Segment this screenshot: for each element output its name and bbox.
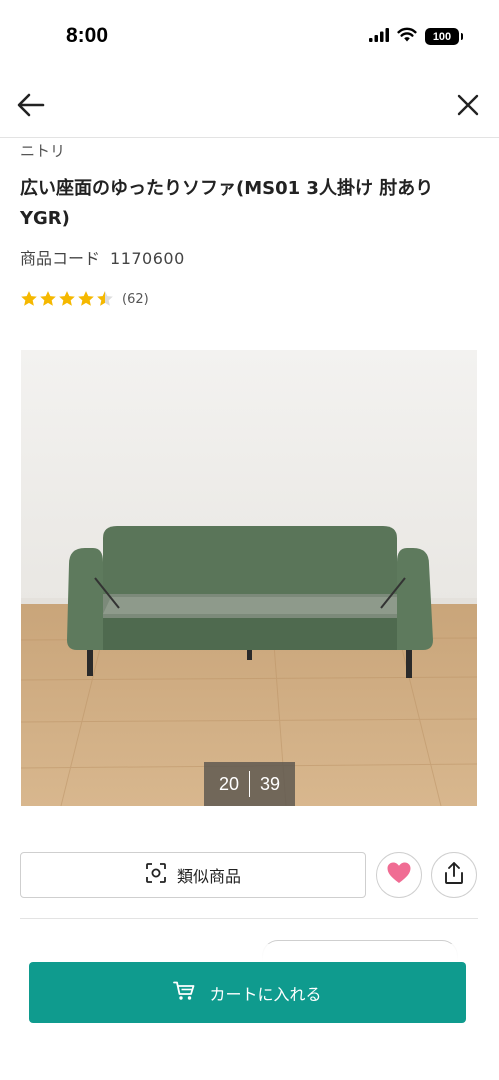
add-to-cart-label: カートに入れる <box>209 984 322 1004</box>
camera-scan-icon <box>145 862 167 888</box>
nav-bar <box>0 76 499 138</box>
arrow-left-icon <box>17 93 45 121</box>
favorite-button[interactable] <box>376 852 422 898</box>
star-icon <box>40 291 56 306</box>
image-counter: 20 39 <box>204 762 295 806</box>
product-code-value: 1170600 <box>110 249 185 268</box>
star-rating <box>20 290 114 308</box>
star-icon <box>21 291 37 306</box>
product-code: 商品コード 1170600 <box>20 245 185 269</box>
status-icons: 100 <box>369 27 463 46</box>
image-counter-divider <box>249 771 250 797</box>
brand-name[interactable]: ニトリ <box>20 140 65 161</box>
close-icon <box>457 94 479 120</box>
status-time: 8:00 <box>66 24 109 47</box>
half-star-icon <box>97 291 113 306</box>
image-counter-current: 20 <box>218 773 239 794</box>
share-icon <box>443 861 465 889</box>
add-to-cart-button[interactable]: カートに入れる <box>29 962 466 1023</box>
product-title: 広い座面のゆったりソファ(MS01 3人掛け 肘あり YGR) <box>20 178 434 229</box>
heart-icon <box>386 861 412 889</box>
cart-icon <box>173 981 195 1005</box>
similar-products-button[interactable]: 類似商品 <box>20 852 366 898</box>
signal-icon <box>369 27 389 46</box>
product-image-gallery[interactable]: 20 39 <box>21 350 477 806</box>
similar-products-label: 類似商品 <box>176 867 241 886</box>
star-icon <box>59 291 75 306</box>
wifi-icon <box>397 27 417 46</box>
rating[interactable]: (62) <box>20 290 149 308</box>
status-bar: 8:00 100 <box>0 0 499 76</box>
battery-icon: 100 <box>425 28 463 45</box>
section-divider <box>20 918 478 919</box>
back-button[interactable] <box>14 90 48 124</box>
close-button[interactable] <box>451 90 485 124</box>
image-counter-total: 39 <box>260 773 281 794</box>
sofa-product-image <box>21 350 477 806</box>
star-icon <box>78 291 94 306</box>
product-code-label: 商品コード <box>20 249 101 268</box>
review-count: (62) <box>122 291 149 307</box>
share-button[interactable] <box>431 852 477 898</box>
